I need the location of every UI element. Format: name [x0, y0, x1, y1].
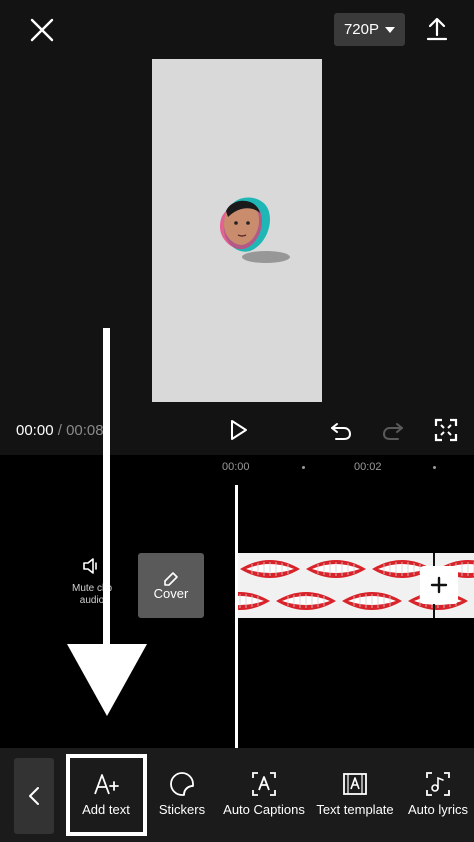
text-template-icon	[343, 773, 367, 795]
close-icon	[30, 18, 54, 42]
add-clip-button[interactable]	[420, 566, 458, 604]
video-preview-canvas[interactable]	[152, 59, 322, 402]
preview-area: 720P 00:00 / 00:08	[0, 0, 474, 455]
tool-label: Auto lyrics	[408, 802, 468, 817]
resolution-dropdown[interactable]: 720P	[334, 13, 405, 46]
tool-label: Auto Captions	[223, 802, 305, 817]
annotation-arrow-shaft	[103, 328, 110, 658]
mute-label-line2: audio	[79, 595, 105, 606]
close-button[interactable]	[22, 10, 62, 50]
auto-lyrics-icon	[426, 772, 450, 796]
back-button[interactable]	[14, 758, 54, 834]
speaker-icon	[83, 558, 97, 574]
chevron-left-icon	[29, 787, 39, 805]
ruler-tick	[302, 466, 305, 469]
current-time: 00:00	[16, 422, 54, 439]
text-template-button[interactable]: Text template	[312, 770, 398, 830]
plus-icon	[430, 576, 448, 594]
auto-captions-button[interactable]: Auto Captions	[220, 770, 308, 830]
play-icon[interactable]	[225, 417, 251, 443]
total-time: 00:08	[66, 422, 104, 439]
time-display: 00:00 / 00:08	[16, 422, 104, 439]
face-sticker-image	[220, 197, 290, 263]
playhead[interactable]	[235, 485, 238, 748]
redo-icon[interactable]	[380, 417, 406, 443]
annotation-arrow-head	[67, 644, 147, 716]
caret-down-icon	[385, 26, 396, 33]
cover-label: Cover	[153, 586, 189, 601]
undo-icon[interactable]	[328, 417, 354, 443]
tool-label: Text template	[316, 802, 394, 817]
ruler-label: 00:02	[354, 461, 382, 473]
sticker-icon	[170, 772, 194, 796]
resolution-label: 720P	[343, 21, 380, 38]
fullscreen-icon[interactable]	[433, 417, 459, 443]
bottom-toolbar: Add text Stickers Auto Captions Text tem…	[0, 748, 474, 842]
export-button[interactable]	[418, 10, 456, 48]
time-separator: /	[53, 422, 67, 439]
ruler-label: 00:00	[222, 461, 250, 473]
cover-button[interactable]: Cover	[138, 553, 204, 618]
tool-label: Stickers	[158, 802, 206, 817]
stickers-button[interactable]: Stickers	[150, 770, 214, 830]
auto-captions-icon	[252, 772, 276, 796]
ruler-tick	[433, 466, 436, 469]
upload-icon	[426, 17, 448, 41]
mute-clip-audio-button[interactable]: Mute clip audio	[62, 555, 122, 607]
annotation-highlight-box	[66, 754, 147, 836]
auto-lyrics-button[interactable]: Auto lyrics	[404, 770, 472, 830]
